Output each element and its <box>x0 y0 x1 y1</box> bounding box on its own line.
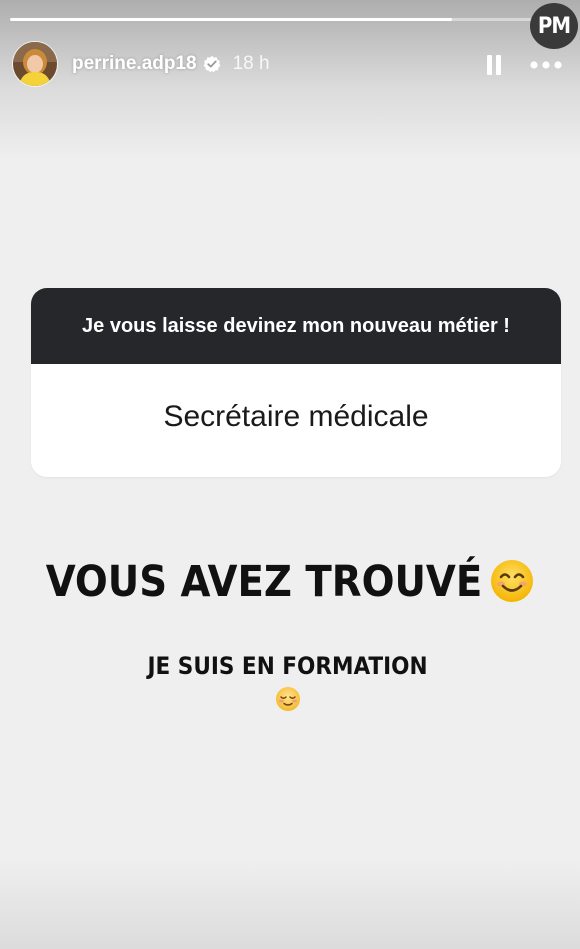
post-time: 18 h <box>232 53 270 74</box>
verified-badge-icon <box>203 55 221 73</box>
story-frame[interactable]: PM perrine.adp18 18 h Je vous laisse dev… <box>0 0 580 949</box>
caption-headline: VOUS AVEZ TROUVÉ <box>45 557 483 607</box>
relieved-face-icon <box>276 687 300 711</box>
more-options-button[interactable] <box>529 52 563 78</box>
avatar-photo <box>13 42 57 86</box>
story-header: perrine.adp18 18 h <box>12 40 270 88</box>
sticker-answer: Secrétaire médicale <box>163 399 429 433</box>
avatar[interactable] <box>12 41 58 87</box>
question-sticker[interactable]: Je vous laisse devinez mon nouveau métie… <box>31 288 561 477</box>
username[interactable]: perrine.adp18 <box>72 53 197 75</box>
story-progress-bar <box>10 18 570 21</box>
smiling-face-icon <box>491 559 534 602</box>
caption-subline: JE SUIS EN FORMATION <box>147 652 428 680</box>
pm-watermark-logo: PM <box>530 3 578 49</box>
more-dots-icon <box>530 61 562 69</box>
story-progress-fill <box>10 18 453 21</box>
pause-icon <box>487 55 501 75</box>
caption-headline-row: VOUS AVEZ TROUVÉ <box>0 552 580 612</box>
sticker-question: Je vous laisse devinez mon nouveau métie… <box>31 288 561 364</box>
bottom-gradient <box>0 859 580 949</box>
pause-button[interactable] <box>481 52 507 78</box>
watermark-text: PM <box>537 13 571 39</box>
